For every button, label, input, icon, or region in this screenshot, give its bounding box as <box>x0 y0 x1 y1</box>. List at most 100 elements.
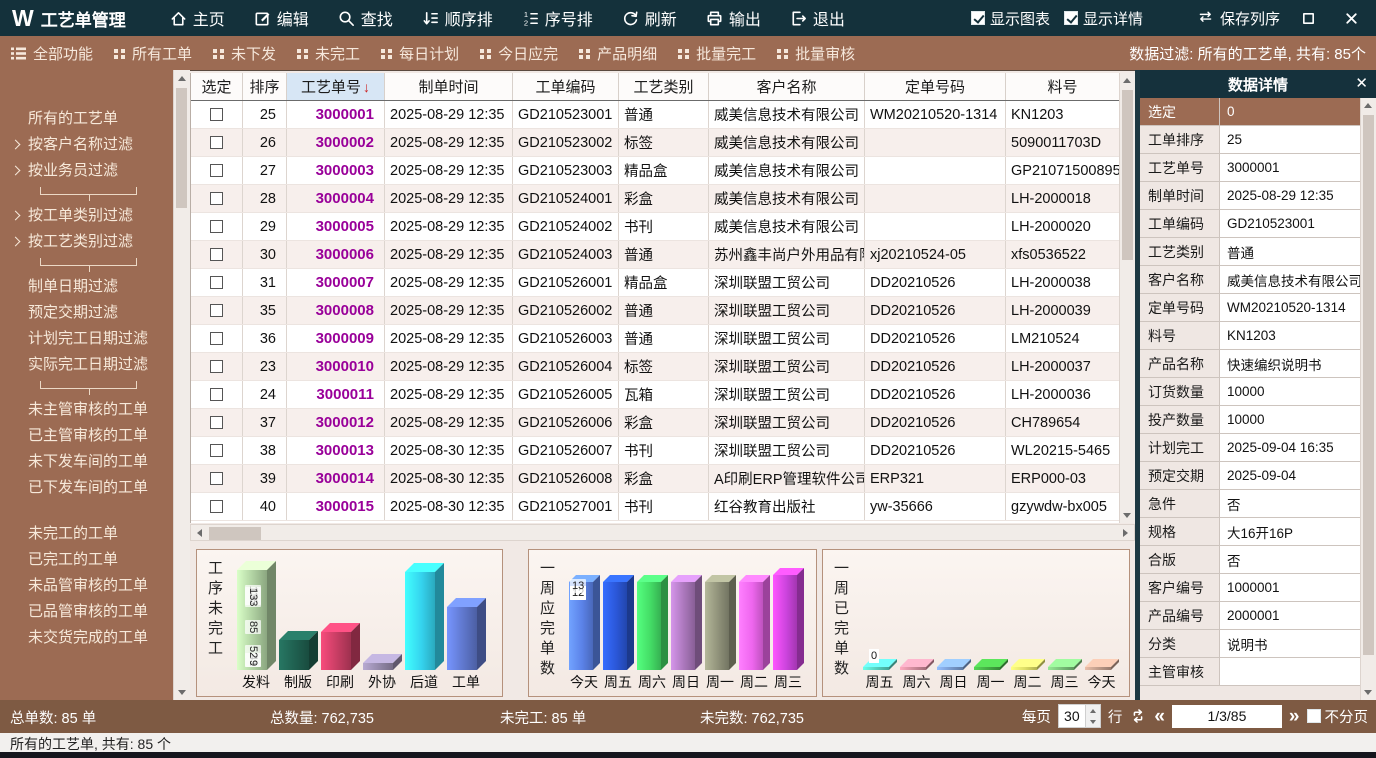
page-indicator[interactable]: 1/3/85 <box>1172 705 1282 728</box>
checkbox-icon[interactable] <box>1064 11 1078 25</box>
column-header-customer[interactable]: 客户名称 <box>709 73 865 100</box>
sidebar-item[interactable]: 已完工的工单 <box>0 547 173 573</box>
sidebar: 所有的工艺单按客户名称过滤按业务员过滤按工单类别过滤按工艺类别过滤制单日期过滤预… <box>0 70 190 700</box>
toolbar-item-2[interactable]: 编辑 <box>242 2 320 34</box>
sidebar-item[interactable]: 按业务员过滤 <box>0 158 173 184</box>
sidebar-item[interactable]: 未主管审核的工单 <box>0 397 173 423</box>
table-row[interactable]: 3530000082025-08-29 12:35GD210526002普通深圳… <box>191 297 1135 325</box>
function-item-3[interactable]: 未下发 <box>202 39 286 68</box>
toolbar-item-8[interactable]: 退出 <box>778 2 856 34</box>
table-row[interactable]: 3630000092025-08-29 12:35GD210526003普通深圳… <box>191 325 1135 353</box>
toolbar-item-3[interactable]: 查找 <box>326 2 404 34</box>
sidebar-item[interactable]: 未品管审核的工单 <box>0 573 173 599</box>
sidebar-item[interactable]: 按客户名称过滤 <box>0 132 173 158</box>
table-row[interactable]: 2530000012025-08-29 12:35GD210523001普通威美… <box>191 101 1135 129</box>
row-checkbox[interactable] <box>210 276 223 289</box>
toolbar-item-1[interactable]: 主页 <box>158 2 236 34</box>
table-horizontal-scrollbar[interactable] <box>190 524 1135 541</box>
sidebar-item[interactable]: 制单日期过滤 <box>0 274 173 300</box>
column-header-order[interactable]: 排序 <box>243 73 287 100</box>
sidebar-item[interactable]: 按工艺类别过滤 <box>0 229 173 255</box>
function-item-4[interactable]: 未完工 <box>286 39 370 68</box>
table-vertical-scrollbar[interactable] <box>1119 73 1135 523</box>
toolbar-item-7[interactable]: 输出 <box>694 2 772 34</box>
toolbar-item-4[interactable]: 顺序排 <box>410 2 504 34</box>
row-checkbox[interactable] <box>210 304 223 317</box>
function-item-9[interactable]: 批量审核 <box>766 39 865 68</box>
no-paging-toggle[interactable]: 不分页 <box>1307 706 1369 727</box>
toggle-1[interactable]: 显示图表 <box>971 8 1050 29</box>
row-checkbox[interactable] <box>210 136 223 149</box>
row-checkbox[interactable] <box>210 444 223 457</box>
sidebar-item[interactable]: 已主管审核的工单 <box>0 423 173 449</box>
detail-scrollbar[interactable] <box>1360 98 1376 700</box>
toolbar-item-5[interactable]: 12序号排 <box>510 2 604 34</box>
sidebar-item[interactable]: 实际完工日期过滤 <box>0 352 173 378</box>
table-row[interactable]: 4030000152025-08-30 12:35GD210527001书刊红谷… <box>191 493 1135 521</box>
column-header-code[interactable]: 工单编码 <box>513 73 619 100</box>
row-checkbox[interactable] <box>210 164 223 177</box>
toolbar-item-6[interactable]: 刷新 <box>610 2 688 34</box>
table-row[interactable]: 3830000132025-08-30 12:35GD210526007书刊深圳… <box>191 437 1135 465</box>
column-header-item[interactable]: 料号 <box>1006 73 1120 100</box>
sidebar-scrollbar[interactable] <box>173 70 190 700</box>
chart-bar <box>1085 659 1119 670</box>
table-row[interactable]: 2330000102025-08-29 12:35GD210526004标签深圳… <box>191 353 1135 381</box>
toolbar-toggles: 显示图表显示详情 <box>971 8 1143 29</box>
row-checkbox[interactable] <box>210 248 223 261</box>
column-header-type[interactable]: 工艺类别 <box>619 73 709 100</box>
row-checkbox[interactable] <box>210 108 223 121</box>
column-header-time[interactable]: 制单时间 <box>385 73 513 100</box>
function-item-6[interactable]: 今日应完 <box>469 39 568 68</box>
no-paging-checkbox[interactable] <box>1307 709 1321 723</box>
table-row[interactable]: 2430000112025-08-29 12:35GD210526005瓦箱深圳… <box>191 381 1135 409</box>
toggle-2[interactable]: 显示详情 <box>1064 8 1143 29</box>
table-row[interactable]: 2730000032025-08-29 12:35GD210523003精品盒威… <box>191 157 1135 185</box>
per-page-spinner[interactable]: 30 <box>1058 704 1101 728</box>
edit-icon <box>253 9 272 28</box>
column-header-sel[interactable]: 选定 <box>191 73 243 100</box>
sidebar-item[interactable]: 未交货完成的工单 <box>0 625 173 651</box>
sidebar-item[interactable]: 所有的工艺单 <box>0 106 173 132</box>
prev-page-button[interactable]: « <box>1154 707 1165 726</box>
detail-close-icon[interactable]: ✕ <box>1355 74 1368 92</box>
row-checkbox[interactable] <box>210 500 223 513</box>
close-button[interactable] <box>1337 8 1366 29</box>
sidebar-item[interactable]: 未完工的工单 <box>0 521 173 547</box>
table-row[interactable]: 2830000042025-08-29 12:35GD210524001彩盒威美… <box>191 185 1135 213</box>
row-checkbox[interactable] <box>210 220 223 233</box>
sidebar-item[interactable]: 已品管审核的工单 <box>0 599 173 625</box>
save-column-order-button[interactable]: 保存列序 <box>1197 8 1280 29</box>
maximize-button[interactable] <box>1294 8 1323 29</box>
sidebar-item[interactable]: 按工单类别过滤 <box>0 203 173 229</box>
table-row[interactable]: 2930000052025-08-29 12:35GD210524002书刊威美… <box>191 213 1135 241</box>
row-checkbox[interactable] <box>210 388 223 401</box>
table-row[interactable]: 3730000122025-08-29 12:35GD210526006彩盒深圳… <box>191 409 1135 437</box>
sidebar-item[interactable]: 计划完工日期过滤 <box>0 326 173 352</box>
row-checkbox[interactable] <box>210 192 223 205</box>
table-row[interactable]: 3130000072025-08-29 12:35GD210526001精品盒深… <box>191 269 1135 297</box>
sidebar-item[interactable]: 预定交期过滤 <box>0 300 173 326</box>
row-checkbox[interactable] <box>210 472 223 485</box>
sidebar-item[interactable]: 未下发车间的工单 <box>0 449 173 475</box>
sidebar-item[interactable]: 已下发车间的工单 <box>0 475 173 501</box>
row-checkbox[interactable] <box>210 360 223 373</box>
spinner-up-button[interactable] <box>1086 705 1100 716</box>
spinner-down-button[interactable] <box>1086 716 1100 727</box>
function-item-5[interactable]: 每日计划 <box>370 39 469 68</box>
table-row[interactable]: 3930000142025-08-30 12:35GD210526008彩盒A印… <box>191 465 1135 493</box>
function-item-1[interactable]: 全部功能 <box>0 39 103 68</box>
table-row[interactable]: 2630000022025-08-29 12:35GD210523002标签威美… <box>191 129 1135 157</box>
column-header-po[interactable]: 定单号码 <box>865 73 1006 100</box>
per-page-value[interactable]: 30 <box>1059 705 1085 727</box>
row-checkbox[interactable] <box>210 416 223 429</box>
checkbox-icon[interactable] <box>971 11 985 25</box>
row-checkbox[interactable] <box>210 332 223 345</box>
function-item-8[interactable]: 批量完工 <box>667 39 766 68</box>
table-row[interactable]: 3030000062025-08-29 12:35GD210524003普通苏州… <box>191 241 1135 269</box>
function-item-2[interactable]: 所有工单 <box>103 39 202 68</box>
function-item-7[interactable]: 产品明细 <box>568 39 667 68</box>
reload-page-icon[interactable] <box>1129 707 1147 725</box>
next-page-button[interactable]: » <box>1289 707 1300 726</box>
column-header-no[interactable]: 工艺单号↓ <box>287 73 385 100</box>
